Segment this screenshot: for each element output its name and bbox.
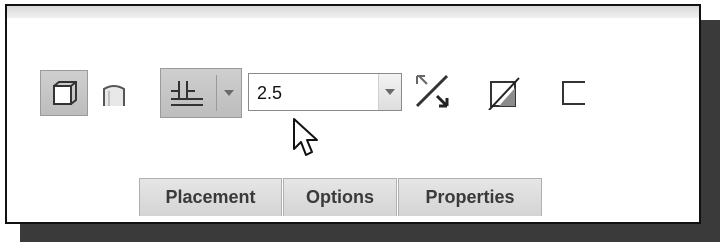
tab-placement-label: Placement — [165, 187, 256, 207]
tab-options[interactable]: Options — [283, 178, 397, 216]
tab-placement[interactable]: Placement — [139, 178, 282, 216]
thicken-sketch-button[interactable] — [551, 68, 595, 116]
blind-depth-icon — [171, 81, 203, 106]
depth-option-button[interactable] — [160, 68, 242, 118]
surface-icon — [103, 85, 125, 106]
flip-direction-icon — [415, 74, 449, 108]
tab-options-label: Options — [306, 187, 374, 207]
chevron-down-icon — [224, 90, 234, 96]
depth-dropdown-button[interactable] — [378, 74, 401, 110]
solid-button[interactable] — [40, 70, 88, 116]
flip-direction-button[interactable] — [409, 68, 453, 116]
remove-material-button[interactable] — [481, 68, 525, 116]
depth-value-input[interactable]: 2.5 — [257, 83, 282, 104]
depth-option-divider — [216, 75, 217, 111]
depth-value-combobox[interactable]: 2.5 — [248, 73, 402, 111]
extrude-dashboard: 2.5 Placement Options Properties — [5, 4, 701, 224]
remove-material-icon — [488, 77, 520, 110]
tab-properties[interactable]: Properties — [398, 178, 542, 216]
mouse-cursor-icon — [293, 118, 318, 156]
surface-button[interactable] — [94, 72, 134, 116]
solid-icon — [53, 81, 77, 105]
chevron-down-icon — [385, 89, 395, 95]
dashboard-top-strip — [7, 6, 699, 18]
tab-properties-label: Properties — [425, 187, 515, 207]
thicken-sketch-icon — [562, 81, 585, 105]
